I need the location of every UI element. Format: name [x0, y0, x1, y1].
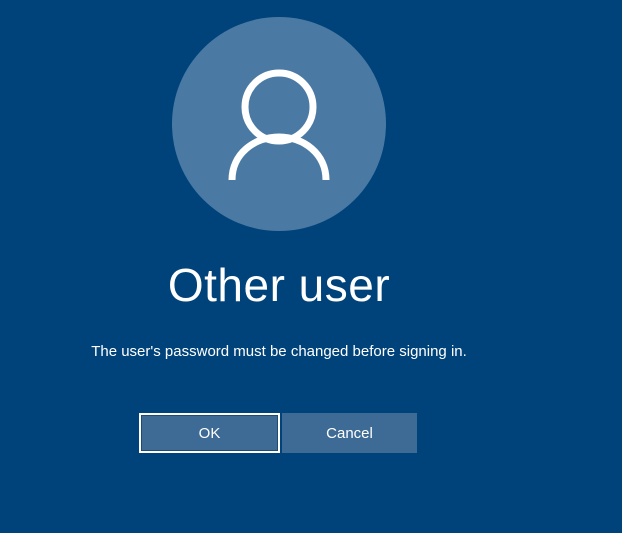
sign-in-screen: Other user The user's password must be c… [0, 0, 622, 533]
user-name: Other user [167, 259, 391, 311]
password-change-message: The user's password must be changed befo… [91, 343, 467, 360]
ok-button[interactable]: OK [139, 413, 280, 453]
user-silhouette-icon [228, 69, 330, 181]
user-avatar [172, 17, 386, 231]
cancel-button[interactable]: Cancel [282, 413, 417, 453]
